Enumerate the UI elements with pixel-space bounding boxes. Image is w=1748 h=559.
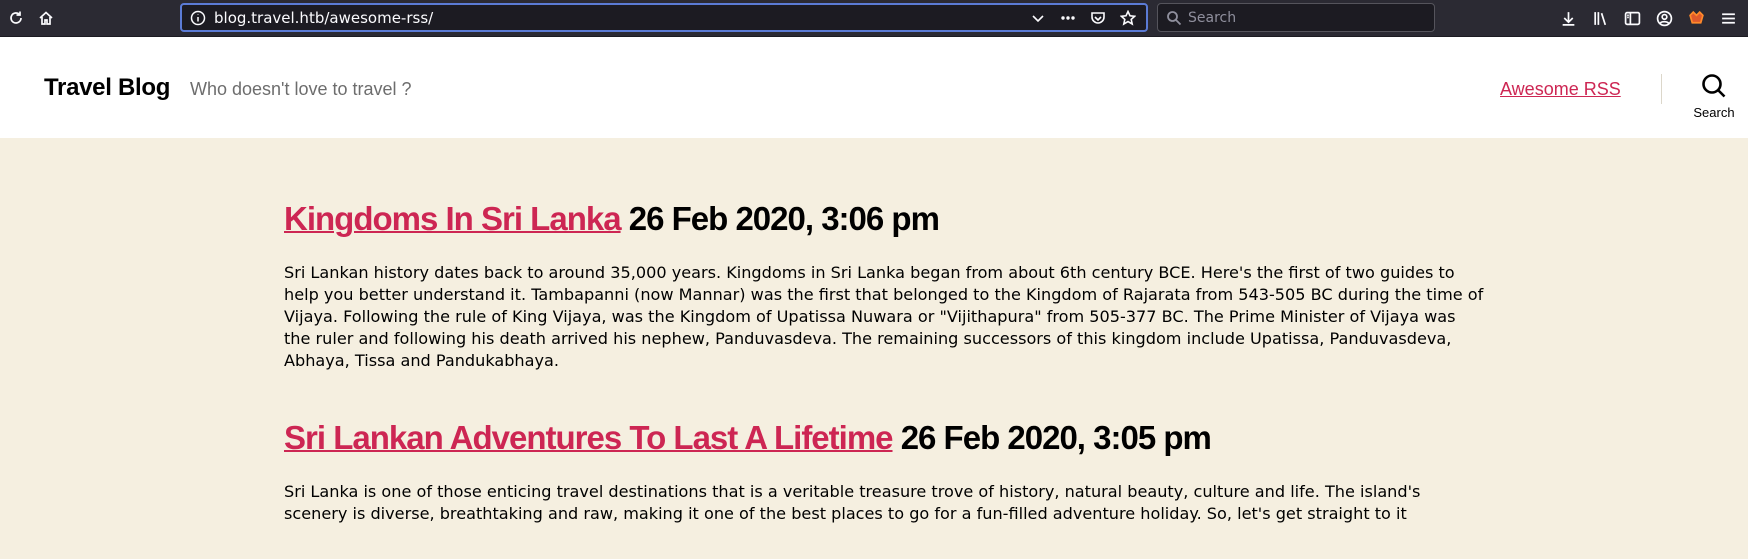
post-heading: Sri Lankan Adventures To Last A Lifetime… bbox=[284, 419, 1484, 457]
post-item: Sri Lankan Adventures To Last A Lifetime… bbox=[284, 419, 1484, 525]
menu-icon[interactable] bbox=[1716, 6, 1740, 30]
extension-fox-icon[interactable] bbox=[1684, 6, 1708, 30]
post-date: 26 Feb 2020, 3:06 pm bbox=[628, 200, 940, 237]
browser-search-bar[interactable] bbox=[1157, 3, 1435, 32]
browser-toolbar: blog.travel.htb/awesome-rss/ bbox=[0, 0, 1748, 37]
chevron-down-icon[interactable] bbox=[1028, 8, 1048, 28]
pocket-icon[interactable] bbox=[1088, 8, 1108, 28]
post-excerpt: Sri Lankan history dates back to around … bbox=[284, 263, 1484, 370]
search-icon bbox=[1166, 10, 1182, 26]
post-excerpt: Sri Lanka is one of those enticing trave… bbox=[284, 482, 1421, 523]
browser-search-input[interactable] bbox=[1188, 7, 1428, 29]
reload-icon[interactable] bbox=[4, 6, 28, 30]
library-icon[interactable] bbox=[1588, 6, 1612, 30]
search-toggle-button[interactable]: Search bbox=[1688, 73, 1740, 123]
search-toggle-label: Search bbox=[1693, 105, 1735, 120]
bookmark-star-icon[interactable] bbox=[1118, 8, 1138, 28]
post-title-link[interactable]: Kingdoms In Sri Lanka bbox=[284, 200, 622, 237]
url-text[interactable]: blog.travel.htb/awesome-rss/ bbox=[214, 9, 433, 27]
more-actions-icon[interactable] bbox=[1058, 8, 1078, 28]
post-item: Kingdoms In Sri Lanka 26 Feb 2020, 3:06 … bbox=[284, 200, 1484, 372]
post-date: 26 Feb 2020, 3:05 pm bbox=[900, 419, 1212, 456]
site-title[interactable]: Travel Blog bbox=[44, 74, 170, 102]
account-icon[interactable] bbox=[1652, 6, 1676, 30]
sidebar-icon[interactable] bbox=[1620, 6, 1644, 30]
post-title-link[interactable]: Sri Lankan Adventures To Last A Lifetime bbox=[284, 419, 894, 456]
nav-link-awesome-rss[interactable]: Awesome RSS bbox=[1500, 79, 1621, 100]
site-info-icon[interactable] bbox=[190, 10, 206, 26]
download-icon[interactable] bbox=[1556, 6, 1580, 30]
site-header: Travel Blog Who doesn't love to travel ?… bbox=[0, 37, 1748, 138]
url-bar[interactable]: blog.travel.htb/awesome-rss/ bbox=[180, 3, 1148, 32]
post-heading: Kingdoms In Sri Lanka 26 Feb 2020, 3:06 … bbox=[284, 200, 1484, 238]
home-icon[interactable] bbox=[34, 6, 58, 30]
nav-divider bbox=[1661, 74, 1662, 104]
site-description: Who doesn't love to travel ? bbox=[190, 79, 412, 99]
search-icon bbox=[1702, 74, 1726, 98]
